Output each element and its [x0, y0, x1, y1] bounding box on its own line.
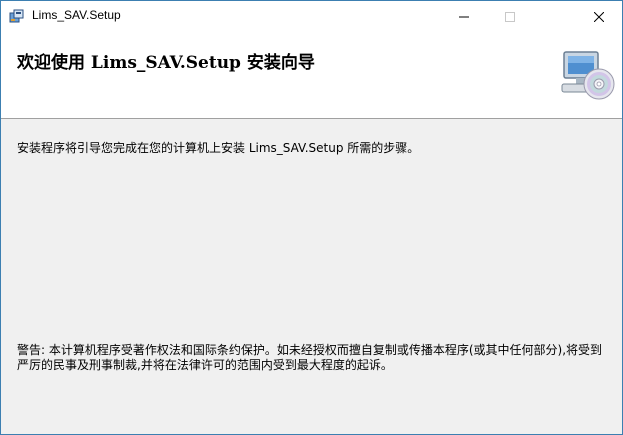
copyright-warning: 警告: 本计算机程序受著作权法和国际条约保护。如未经授权而擅自复制或传播本程序(… [17, 343, 603, 372]
maximize-icon [505, 11, 515, 22]
window-title: Lims_SAV.Setup [32, 8, 121, 22]
page-title: 欢迎使用 Lims_SAV.Setup 安装向导 [17, 53, 315, 73]
minimize-button[interactable] [441, 1, 487, 32]
wizard-body: 安装程序将引导您完成在您的计算机上安装 Lims_SAV.Setup 所需的步骤… [1, 119, 622, 434]
wizard-header: 欢迎使用 Lims_SAV.Setup 安装向导 [1, 32, 622, 119]
setup-window: Lims_SAV.Setup 欢迎使用 Lims_SAV.Setup 安装向导 [0, 0, 623, 435]
installer-package-icon [9, 8, 25, 24]
minimize-icon [459, 16, 469, 17]
description-text: 安装程序将引导您完成在您的计算机上安装 Lims_SAV.Setup 所需的步骤… [17, 141, 420, 155]
maximize-button[interactable] [487, 1, 533, 32]
close-icon [594, 11, 604, 22]
close-button[interactable] [576, 1, 622, 32]
title-bar[interactable]: Lims_SAV.Setup [1, 1, 622, 32]
computer-cd-icon [559, 48, 617, 106]
